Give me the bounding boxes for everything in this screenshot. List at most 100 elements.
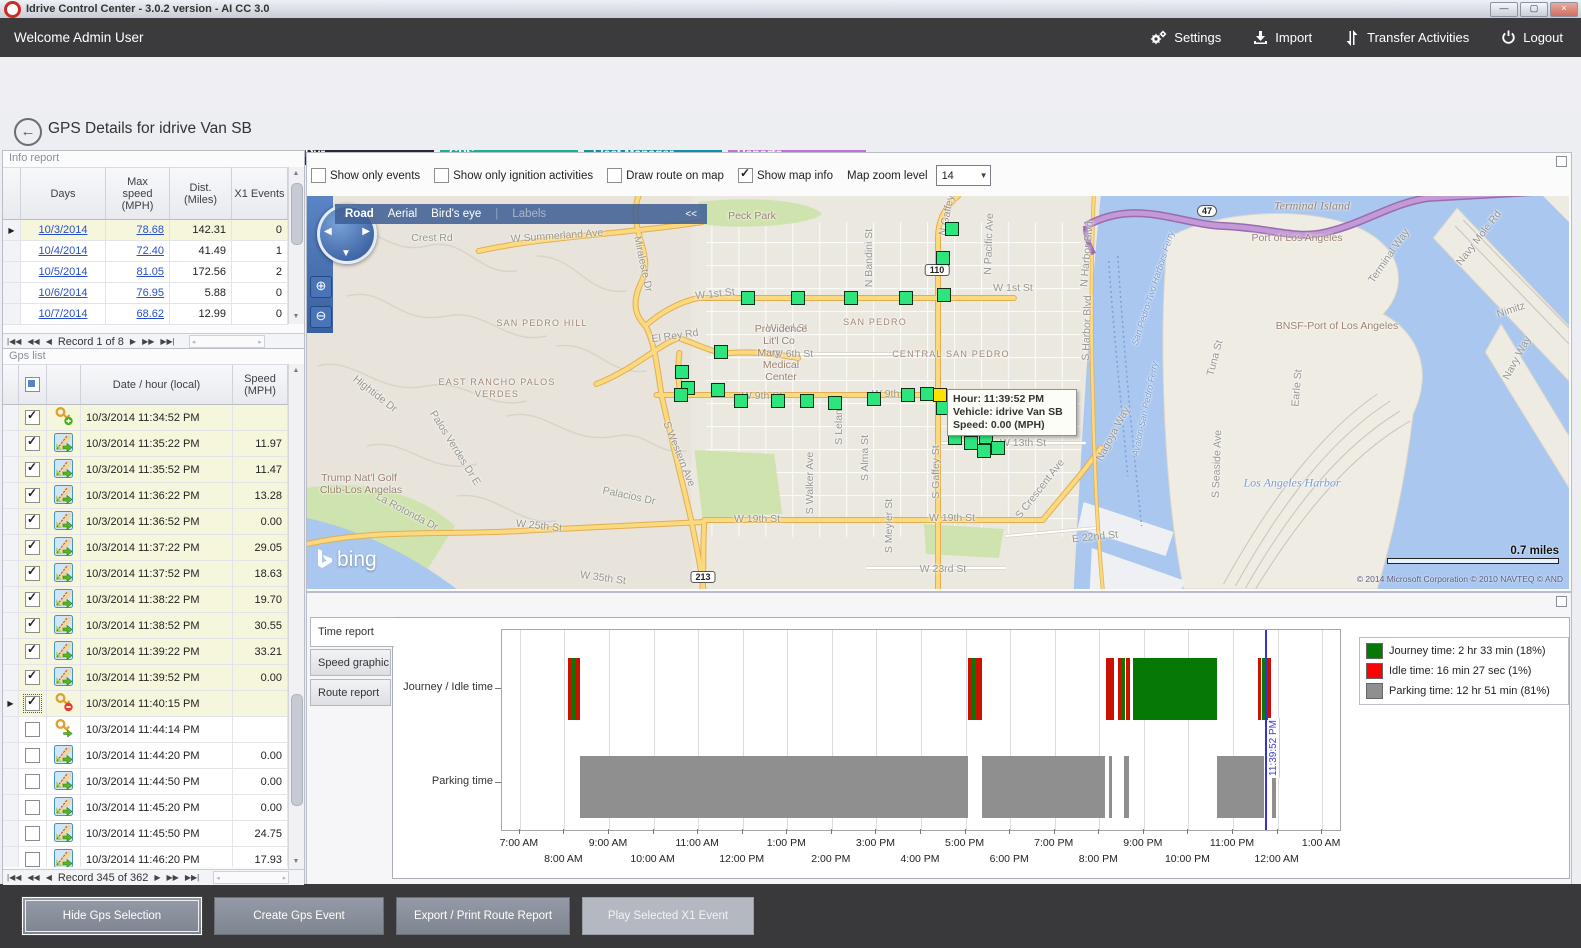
action-logout[interactable]: Logout	[1501, 30, 1563, 45]
day-link[interactable]: 10/4/2014	[39, 245, 88, 257]
max-speed-cell[interactable]: 76.95	[106, 283, 170, 304]
header-cell[interactable]: Date / hour (local)	[81, 364, 233, 405]
day-cell[interactable]: 10/3/2014	[21, 220, 106, 241]
max-speed-link[interactable]: 76.95	[136, 287, 164, 299]
action-settings[interactable]: Settings	[1150, 30, 1221, 45]
max-speed-cell[interactable]: 68.62	[106, 304, 170, 325]
row-checkbox[interactable]	[25, 592, 40, 607]
row-checkbox[interactable]	[25, 410, 40, 425]
checkbox-cell[interactable]	[19, 717, 47, 743]
gps-point-marker[interactable]	[936, 251, 950, 265]
selected-gps-point-marker[interactable]	[933, 388, 947, 402]
gps-point-marker[interactable]	[711, 383, 725, 397]
pager-next-page[interactable]: ▶▶	[142, 337, 154, 346]
pager-last[interactable]: ▶▶|	[185, 873, 199, 882]
row-checkbox[interactable]	[25, 774, 40, 789]
map-zoom-in-button[interactable]: ⊕	[310, 276, 332, 298]
chart-tab-time-report[interactable]: Time report	[310, 617, 394, 647]
checkbox-cell[interactable]	[19, 847, 47, 867]
gps-row[interactable]: 10/3/2014 11:36:22 PM13.28	[3, 483, 288, 509]
pager-prev[interactable]: ◀	[46, 337, 52, 346]
gps-row[interactable]: 10/3/2014 11:46:20 PM17.93	[3, 847, 288, 867]
collapse-bar-icon[interactable]: <<	[685, 209, 697, 220]
max-speed-link[interactable]: 68.62	[136, 308, 164, 320]
max-speed-link[interactable]: 78.68	[136, 224, 164, 236]
row-checkbox[interactable]	[25, 462, 40, 477]
close-button[interactable]: ×	[1550, 2, 1578, 17]
hide-gps-selection-button[interactable]: Hide Gps Selection	[22, 897, 202, 935]
map-type-labels[interactable]: Labels	[512, 208, 546, 220]
max-speed-link[interactable]: 72.40	[136, 245, 164, 257]
gps-row[interactable]: 10/3/2014 11:44:20 PM0.00	[3, 743, 288, 769]
row-checkbox[interactable]	[25, 800, 40, 815]
gps-point-marker[interactable]	[899, 291, 913, 305]
gps-row[interactable]: 10/3/2014 11:39:22 PM33.21	[3, 639, 288, 665]
map-zoom-level-select[interactable]: 14▼	[936, 165, 991, 186]
row-checkbox[interactable]	[25, 488, 40, 503]
pager-next[interactable]: ▶	[130, 337, 136, 346]
table-row[interactable]: 10/6/201476.955.880	[3, 283, 288, 304]
pager-first[interactable]: |◀◀	[7, 337, 21, 346]
checkbox-cell[interactable]	[19, 483, 47, 509]
gps-row[interactable]: 10/3/2014 11:37:22 PM29.05	[3, 535, 288, 561]
header-cell[interactable]: X1 Events	[232, 167, 288, 220]
day-link[interactable]: 10/3/2014	[39, 224, 88, 236]
row-checkbox[interactable]	[25, 540, 40, 555]
header-cell[interactable]: Speed (MPH)	[233, 364, 288, 405]
gps-point-marker[interactable]	[844, 291, 858, 305]
gps-row[interactable]: 10/3/2014 11:44:14 PM	[3, 717, 288, 743]
gps-point-marker[interactable]	[771, 394, 785, 408]
pager-prev-page[interactable]: ◀◀	[27, 337, 39, 346]
row-checkbox[interactable]	[25, 852, 40, 867]
gps-point-marker[interactable]	[741, 291, 755, 305]
gps-row[interactable]: 10/3/2014 11:34:52 PM	[3, 405, 288, 431]
day-link[interactable]: 10/5/2014	[39, 266, 88, 278]
map-type-aerial[interactable]: Aerial	[388, 208, 417, 220]
gps-row[interactable]: ▶10/3/2014 11:40:15 PM	[3, 691, 288, 717]
gps-point-marker[interactable]	[674, 388, 688, 402]
row-checkbox[interactable]	[25, 748, 40, 763]
checkbox-cell[interactable]	[19, 613, 47, 639]
row-checkbox[interactable]	[25, 826, 40, 841]
info-scrollbar[interactable]: ▲▼	[288, 167, 304, 324]
gps-point-marker[interactable]	[828, 396, 842, 410]
max-speed-cell[interactable]: 72.40	[106, 241, 170, 262]
gps-point-marker[interactable]	[675, 365, 689, 379]
gps-point-marker[interactable]	[867, 392, 881, 406]
maximize-panel-icon[interactable]	[1556, 596, 1567, 607]
checkbox-cell[interactable]	[19, 821, 47, 847]
checkbox-cell[interactable]	[19, 561, 47, 587]
header-cell[interactable]: Days	[21, 167, 106, 220]
checkbox-cell[interactable]	[19, 639, 47, 665]
gps-row[interactable]: 10/3/2014 11:39:52 PM0.00	[3, 665, 288, 691]
max-speed-cell[interactable]: 78.68	[106, 220, 170, 241]
table-row[interactable]: 10/4/201472.4041.491	[3, 241, 288, 262]
row-checkbox[interactable]	[25, 436, 40, 451]
option-checkbox[interactable]	[738, 168, 753, 183]
pager-first[interactable]: |◀◀	[7, 873, 21, 882]
row-checkbox[interactable]	[25, 514, 40, 529]
pager-prev[interactable]: ◀	[46, 873, 52, 882]
option-show-only-ignition-activities[interactable]: Show only ignition activities	[434, 168, 593, 183]
checkbox-cell[interactable]	[19, 535, 47, 561]
gps-row[interactable]: 10/3/2014 11:38:22 PM19.70	[3, 587, 288, 613]
table-row[interactable]: 10/7/201468.6212.990	[3, 304, 288, 325]
gps-point-marker[interactable]	[991, 441, 1005, 455]
day-link[interactable]: 10/6/2014	[39, 287, 88, 299]
day-link[interactable]: 10/7/2014	[39, 308, 88, 320]
map-zoom-out-button[interactable]: ⊖	[310, 306, 332, 328]
gps-point-marker[interactable]	[791, 291, 805, 305]
create-gps-event-button[interactable]: Create Gps Event	[214, 897, 384, 935]
checkbox-cell[interactable]	[19, 509, 47, 535]
day-cell[interactable]: 10/6/2014	[21, 283, 106, 304]
gps-row[interactable]: 10/3/2014 11:45:20 PM0.00	[3, 795, 288, 821]
header-cell[interactable]: Dist. (Miles)	[170, 167, 232, 220]
pager-hscroll[interactable]: ◂▸	[213, 871, 289, 884]
gps-row[interactable]: 10/3/2014 11:37:52 PM18.63	[3, 561, 288, 587]
header-cell[interactable]: Max speed (MPH)	[106, 167, 170, 220]
max-speed-link[interactable]: 81.05	[136, 266, 164, 278]
select-all-checkbox[interactable]	[25, 377, 40, 392]
row-checkbox[interactable]	[25, 696, 40, 711]
gps-point-marker[interactable]	[920, 387, 934, 401]
chart-tab-speed-graphic[interactable]: Speed graphic	[310, 649, 391, 676]
